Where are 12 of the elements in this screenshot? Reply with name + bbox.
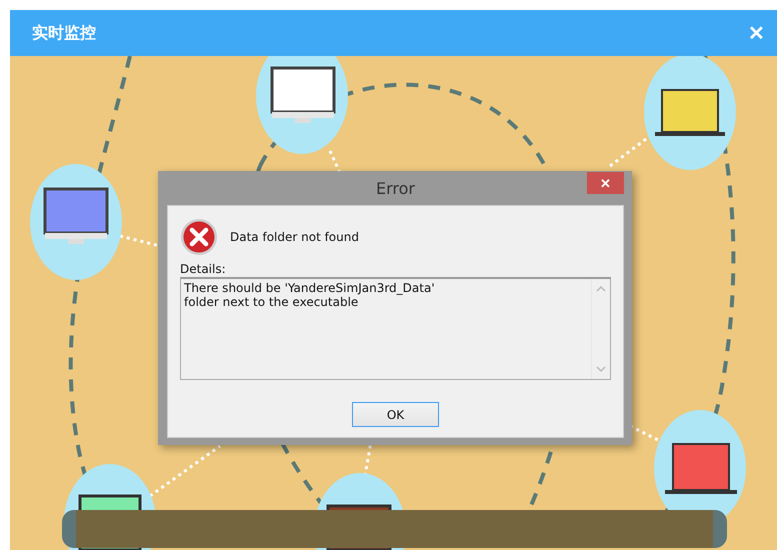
scroll-up-icon[interactable] xyxy=(596,285,606,292)
close-button[interactable]: ✕ xyxy=(587,172,624,194)
error-icon xyxy=(180,218,218,256)
details-label: Details: xyxy=(180,262,227,276)
error-message: Data folder not found xyxy=(230,230,359,244)
details-text: folder next to the executable xyxy=(184,295,360,309)
details-text-area[interactable]: There should be 'YandereSimJan3rd_Data' folder next to the executable xyxy=(180,277,611,380)
dialog-title: Error xyxy=(376,178,415,198)
window-title: 实时监控 xyxy=(32,22,96,44)
details-text: There should be 'YandereSimJan3rd_Data' xyxy=(184,281,436,295)
scroll-down-icon[interactable] xyxy=(596,366,606,373)
ok-button[interactable]: OK xyxy=(352,402,439,427)
